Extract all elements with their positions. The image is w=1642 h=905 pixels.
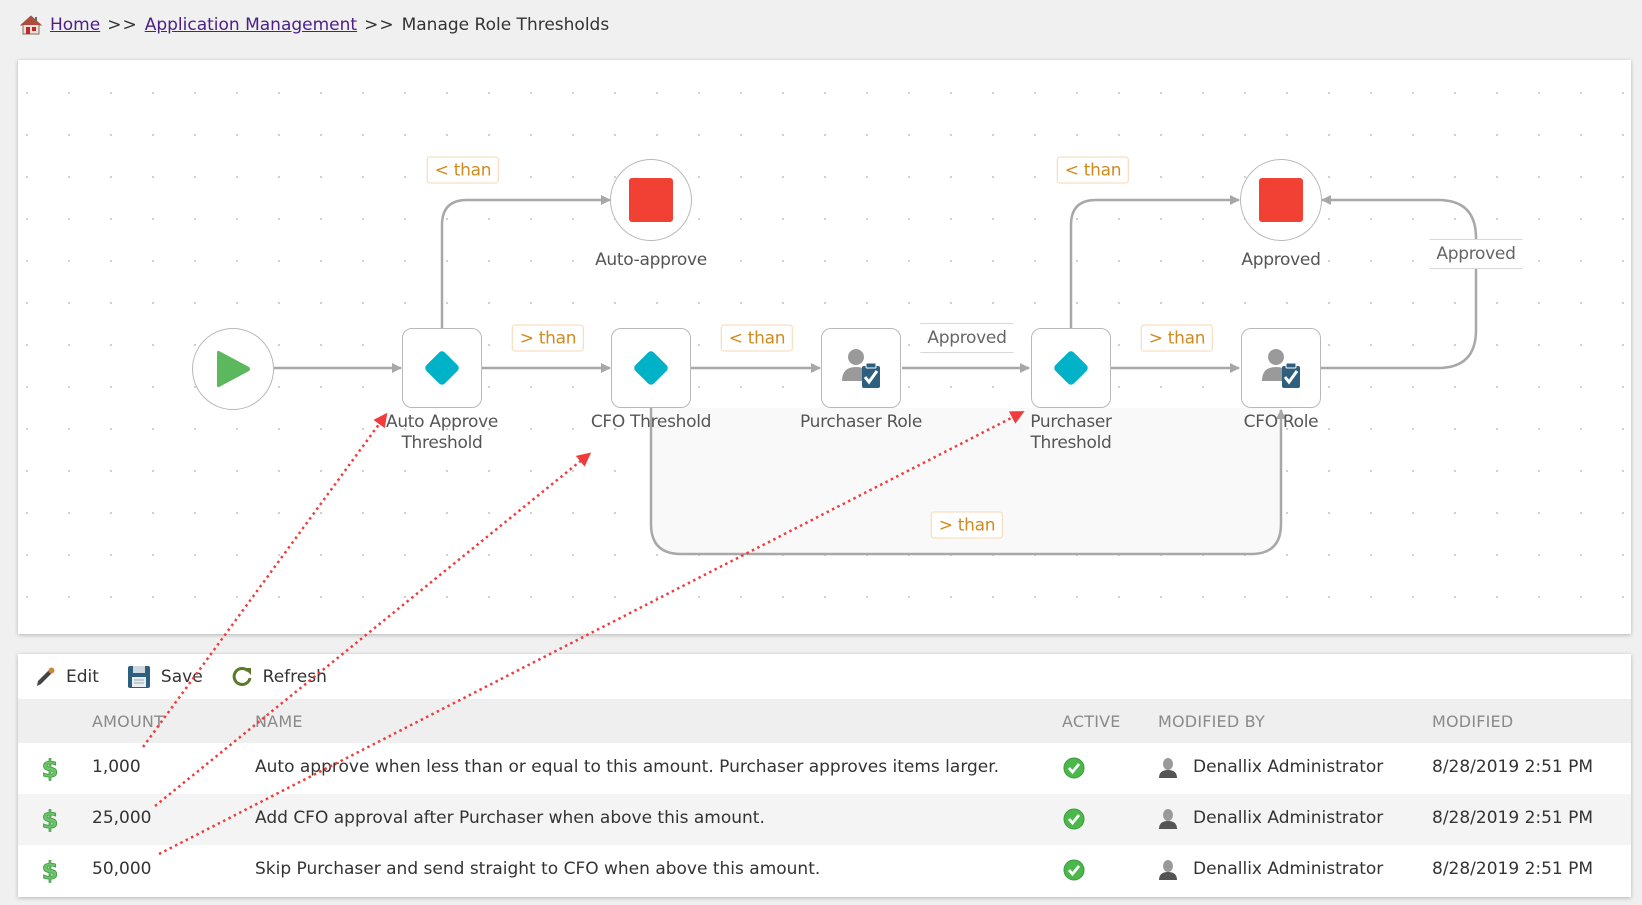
node-label-line: Threshold	[1030, 433, 1112, 453]
active-check-icon	[1063, 757, 1085, 779]
edit-button[interactable]: Edit	[34, 666, 99, 688]
stop-icon	[1259, 178, 1303, 222]
refresh-icon	[232, 666, 252, 686]
approved-end-label: Approved	[1241, 250, 1321, 270]
thresholds-grid: Edit Save Refresh AMOUNT NAME ACTIVE MOD…	[18, 654, 1631, 897]
breadcrumb-application-management-link[interactable]: Application Management	[145, 15, 357, 35]
cell-amount: 50,000	[92, 859, 152, 879]
node-label-line: Purchaser	[1030, 412, 1112, 432]
edge-label-auto-approve-lt[interactable]: < than	[426, 156, 500, 184]
cell-modified-by: Denallix Administrator	[1193, 808, 1384, 828]
purchaser-role-label: Purchaser Role	[799, 412, 923, 432]
cfo-threshold-node[interactable]	[611, 328, 691, 408]
user-icon	[1159, 860, 1177, 880]
edge-cfo-role-approved	[1321, 195, 1478, 370]
cell-modified: 8/28/2019 2:51 PM	[1432, 757, 1594, 777]
table-row[interactable]: $ 1,000 Auto approve when less than or e…	[18, 743, 1631, 794]
pencil-icon	[37, 667, 55, 686]
purchaser-role-node[interactable]	[821, 328, 901, 408]
column-header-amount[interactable]: AMOUNT	[92, 712, 164, 731]
cfo-role-label: CFO Role	[1243, 412, 1319, 432]
cell-modified: 8/28/2019 2:51 PM	[1432, 808, 1594, 828]
cfo-threshold-label: CFO Threshold	[590, 412, 712, 432]
start-node[interactable]	[192, 328, 274, 410]
breadcrumb: Home >> Application Management >> Manage…	[20, 12, 609, 38]
edge-label-cfo-threshold-gt-bypass[interactable]: > than	[930, 511, 1004, 539]
play-icon	[217, 350, 250, 388]
cell-modified-by: Denallix Administrator	[1193, 757, 1384, 777]
save-disk-icon	[127, 665, 150, 688]
stop-icon	[629, 178, 673, 222]
cell-name: Auto approve when less than or equal to …	[255, 757, 1000, 777]
decision-diamond-icon	[425, 351, 459, 385]
save-button-label: Save	[160, 666, 203, 687]
column-header-modified[interactable]: MODIFIED	[1432, 712, 1513, 731]
home-icon[interactable]	[20, 14, 42, 36]
edge-label-purchaser-approved[interactable]: Approved	[920, 323, 1014, 353]
role-user-clipboard-icon	[1262, 349, 1300, 388]
purchaser-threshold-node[interactable]	[1031, 328, 1111, 408]
edge-label-cfo-threshold-lt[interactable]: < than	[720, 324, 794, 352]
breadcrumb-home-link[interactable]: Home	[50, 15, 100, 35]
grid-header: AMOUNT NAME ACTIVE MODIFIED BY MODIFIED	[18, 699, 1631, 743]
breadcrumb-separator: >>	[107, 15, 138, 35]
column-header-name[interactable]: NAME	[255, 712, 303, 731]
cell-name: Skip Purchaser and send straight to CFO …	[255, 859, 821, 879]
breadcrumb-current: Manage Role Thresholds	[401, 15, 610, 35]
cell-amount: 1,000	[92, 757, 141, 777]
column-header-modified-by[interactable]: MODIFIED BY	[1158, 712, 1265, 731]
table-row[interactable]: $ 50,000 Skip Purchaser and send straigh…	[18, 845, 1631, 896]
purchaser-threshold-label: Purchaser Threshold	[991, 412, 1151, 454]
decision-diamond-icon	[634, 351, 668, 385]
dollar-icon: $	[41, 807, 59, 833]
cell-name: Add CFO approval after Purchaser when ab…	[255, 808, 765, 828]
active-check-icon	[1063, 808, 1085, 830]
column-header-active[interactable]: ACTIVE	[1062, 712, 1121, 731]
approved-end-node[interactable]	[1240, 159, 1322, 241]
node-label-line: Auto Approve	[385, 412, 499, 432]
dollar-icon: $	[41, 756, 59, 782]
auto-approve-threshold-node[interactable]	[402, 328, 482, 408]
decision-diamond-icon	[1054, 351, 1088, 385]
svg-text:$: $	[42, 858, 59, 884]
table-row[interactable]: $ 25,000 Add CFO approval after Purchase…	[18, 794, 1631, 845]
dollar-icon: $	[41, 858, 59, 884]
auto-approve-end-label: Auto-approve	[595, 250, 707, 270]
refresh-button[interactable]: Refresh	[231, 666, 327, 688]
edit-button-label: Edit	[66, 666, 99, 687]
user-icon	[1159, 809, 1177, 829]
edge-label-purchaser-threshold-gt[interactable]: > than	[1140, 324, 1214, 352]
cell-modified: 8/28/2019 2:51 PM	[1432, 859, 1594, 879]
grid-toolbar: Edit Save Refresh	[18, 654, 1631, 699]
active-check-icon	[1063, 859, 1085, 881]
user-icon	[1159, 758, 1177, 778]
refresh-button-label: Refresh	[262, 666, 327, 687]
save-button[interactable]: Save	[127, 665, 203, 689]
edge-label-purchaser-threshold-lt[interactable]: < than	[1056, 156, 1130, 184]
svg-text:$: $	[42, 756, 59, 782]
auto-approve-threshold-label: Auto Approve Threshold	[362, 412, 522, 454]
svg-text:$: $	[42, 807, 59, 833]
edge-label-cfo-role-approved[interactable]: Approved	[1429, 239, 1523, 269]
edge-label-auto-approve-gt[interactable]: > than	[511, 324, 585, 352]
auto-approve-end-node[interactable]	[610, 159, 692, 241]
breadcrumb-separator: >>	[364, 15, 395, 35]
workflow-diagram-canvas[interactable]: Auto Approve Threshold Auto-approve CFO …	[18, 60, 1631, 634]
cell-amount: 25,000	[92, 808, 152, 828]
role-user-clipboard-icon	[842, 349, 880, 388]
cell-modified-by: Denallix Administrator	[1193, 859, 1384, 879]
node-label-line: Threshold	[401, 433, 483, 453]
cfo-role-node[interactable]	[1241, 328, 1321, 408]
